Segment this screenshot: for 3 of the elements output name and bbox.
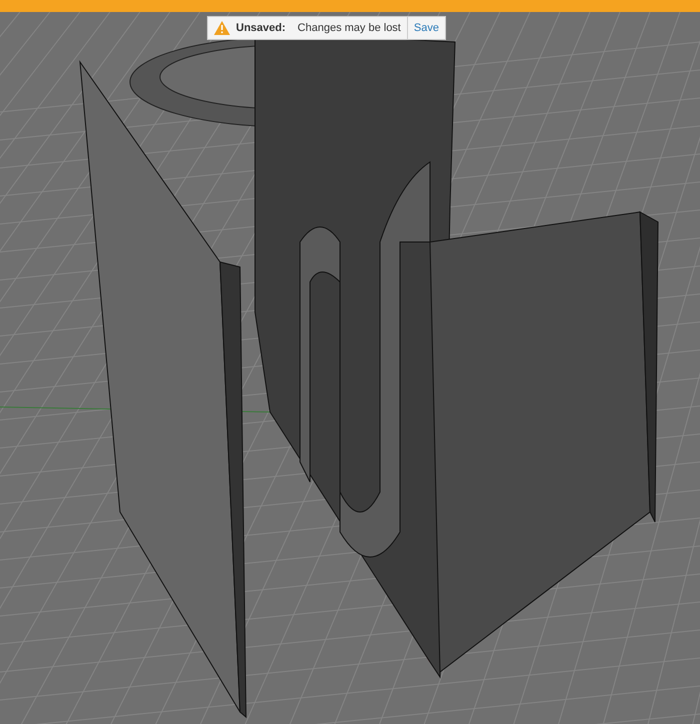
unsaved-label: Unsaved: xyxy=(235,22,287,34)
notification-message: Changes may be lost xyxy=(296,22,402,34)
save-button[interactable]: Save xyxy=(408,17,445,39)
